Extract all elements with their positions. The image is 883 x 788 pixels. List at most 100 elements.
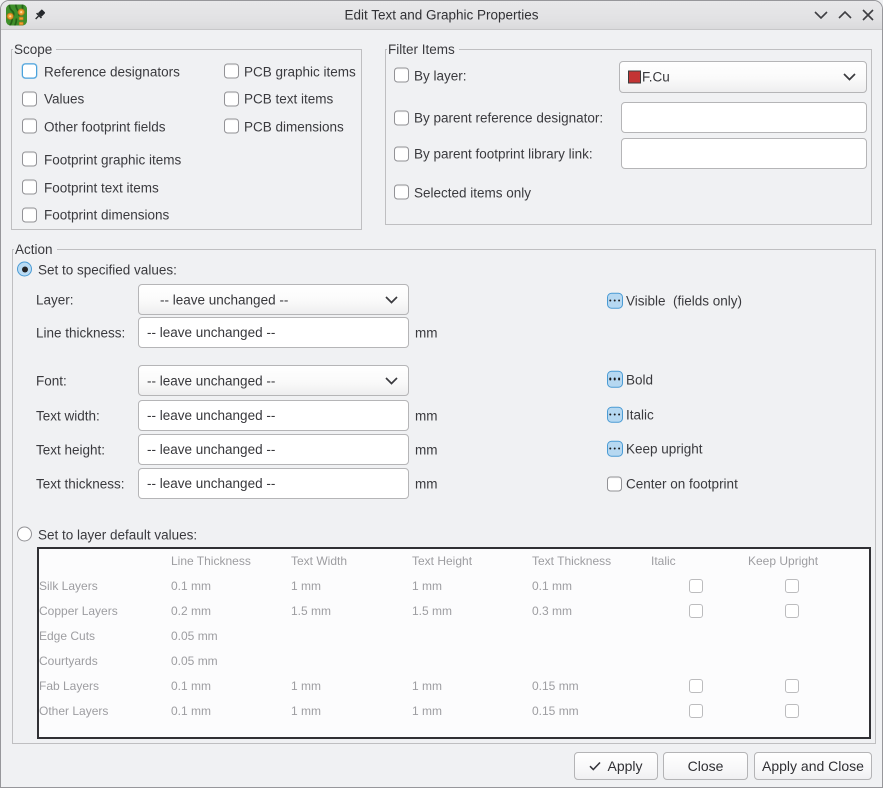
radio-set-to-layer-defaults[interactable] [17,527,32,542]
font-label: Font: [36,373,67,388]
row-label: Fab Layers [39,679,99,693]
cell-checkbox-upright[interactable] [785,604,799,618]
scope-legend: Scope [13,42,56,58]
checkbox-pcb-text-items[interactable] [224,91,239,106]
apply-and-close-button-label: Apply and Close [762,758,864,774]
titlebar[interactable]: Edit Text and Graphic Properties [1,1,882,30]
tristate-bold[interactable] [607,371,624,388]
close-button-label: Close [688,758,724,774]
col-header-keep-upright: Keep Upright [748,554,818,568]
tristate-italic-label: Italic [626,408,654,423]
cell: 1 mm [291,704,321,718]
cell: 0.15 mm [532,704,579,718]
checkbox-other-footprint-fields[interactable] [22,119,37,134]
tristate-visible[interactable] [607,292,624,309]
line-thickness-unit: mm [415,326,438,341]
radio-set-to-layer-defaults-label: Set to layer default values: [38,527,197,542]
chevron-down-icon [843,73,856,81]
checkbox-by-parent-reference-label: By parent reference designator: [414,111,603,126]
tristate-keep-upright[interactable] [607,440,624,457]
row-label: Courtyards [39,654,98,668]
checkbox-pcb-text-items-label: PCB text items [244,92,333,107]
checkbox-by-layer-label: By layer: [414,68,467,83]
cell-checkbox-italic[interactable] [689,679,703,693]
checkbox-footprint-text-items-label: Footprint text items [44,180,159,195]
filter-items-legend: Filter Items [387,42,459,58]
col-header-text-thickness: Text Thickness [532,554,611,568]
text-width-label: Text width: [36,408,100,423]
by-layer-combobox-value: F.Cu [642,70,670,85]
text-thickness-unit: mm [415,476,438,491]
cell: 1 mm [412,679,442,693]
text-width-input[interactable] [138,400,409,431]
checkbox-pcb-graphic-items[interactable] [224,64,239,79]
text-thickness-label: Text thickness: [36,476,125,491]
cell-checkbox-upright[interactable] [785,704,799,718]
cell: 1 mm [291,679,321,693]
cell-checkbox-italic[interactable] [689,579,703,593]
checkbox-by-parent-library[interactable] [394,146,409,161]
close-button[interactable]: Close [663,752,748,780]
text-width-unit: mm [415,408,438,423]
by-parent-library-input[interactable] [621,138,867,169]
checkbox-footprint-dimensions[interactable] [22,207,37,222]
checkbox-footprint-graphic-items-label: Footprint graphic items [44,152,181,167]
row-label: Edge Cuts [39,629,95,643]
radio-set-to-specified-values[interactable] [17,262,32,277]
checkbox-values[interactable] [22,91,37,106]
cell-checkbox-upright[interactable] [785,679,799,693]
window-title: Edit Text and Graphic Properties [1,8,882,23]
tristate-visible-label: Visible (fields only) [626,294,742,309]
close-window-icon[interactable] [862,9,874,21]
row-label: Copper Layers [39,604,118,618]
row-label: Silk Layers [39,579,98,593]
dialog-edit-text-and-graphic-properties: Edit Text and Graphic Properties Scope R… [0,0,883,788]
shade-window-icon[interactable] [814,11,828,20]
cell: 0.15 mm [532,679,579,693]
checkbox-by-parent-library-label: By parent footprint library link: [414,147,593,162]
chevron-down-icon [385,296,398,304]
checkbox-selected-items-only[interactable] [394,185,409,200]
line-thickness-input[interactable] [138,317,409,348]
text-thickness-input[interactable] [138,468,409,499]
cell: 0.2 mm [171,604,211,618]
layer-combobox-value: -- leave unchanged -- [160,292,288,307]
checkbox-center-on-footprint-label: Center on footprint [626,477,738,492]
checkbox-by-parent-reference[interactable] [394,110,409,125]
cell: 0.1 mm [171,579,211,593]
checkbox-footprint-text-items[interactable] [22,180,37,195]
layer-defaults-table: Line Thickness Text Width Text Height Te… [37,547,871,739]
col-header-italic: Italic [651,554,676,568]
layer-combobox[interactable]: -- leave unchanged -- [138,284,409,315]
cell: 0.05 mm [171,629,218,643]
cell: 1 mm [412,579,442,593]
checkbox-reference-designators[interactable] [22,64,37,79]
line-thickness-label: Line thickness: [36,326,125,341]
font-combobox[interactable]: -- leave unchanged -- [138,365,409,396]
checkbox-center-on-footprint[interactable] [607,476,622,491]
cell-checkbox-upright[interactable] [785,579,799,593]
unshade-window-icon[interactable] [838,11,852,20]
tristate-keep-upright-label: Keep upright [626,442,703,457]
check-icon [589,761,601,771]
checkbox-pcb-dimensions[interactable] [224,119,239,134]
apply-button[interactable]: Apply [574,752,658,780]
col-header-text-width: Text Width [291,554,347,568]
text-height-input[interactable] [138,434,409,465]
checkbox-footprint-graphic-items[interactable] [22,152,37,167]
apply-and-close-button[interactable]: Apply and Close [754,752,872,780]
by-layer-combobox[interactable]: F.Cu [619,61,867,93]
cell: 1.5 mm [412,604,452,618]
cell-checkbox-italic[interactable] [689,704,703,718]
cell: 0.05 mm [171,654,218,668]
cell: 0.1 mm [171,679,211,693]
cell-checkbox-italic[interactable] [689,604,703,618]
tristate-italic[interactable] [607,406,624,423]
checkbox-selected-items-only-label: Selected items only [414,185,531,200]
by-parent-reference-input[interactable] [621,102,867,133]
radio-set-to-specified-values-label: Set to specified values: [38,262,177,277]
cell: 0.1 mm [532,579,572,593]
text-height-label: Text height: [36,442,105,457]
checkbox-by-layer[interactable] [394,68,409,83]
font-combobox-value: -- leave unchanged -- [147,373,275,388]
